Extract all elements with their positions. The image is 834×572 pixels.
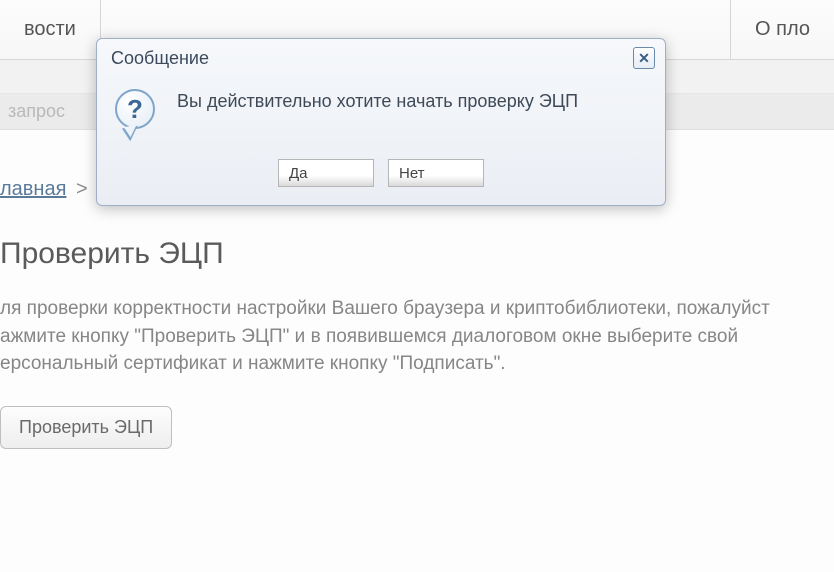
dialog-header: Сообщение ✕: [97, 39, 665, 75]
verify-ecp-button[interactable]: Проверить ЭЦП: [0, 406, 172, 449]
nav-tab-left[interactable]: вости: [0, 0, 101, 59]
dialog-message: Вы действительно хотите начать проверку …: [177, 85, 578, 112]
question-bubble: ?: [115, 89, 155, 129]
nav-tab-right[interactable]: О пло: [730, 0, 834, 59]
dialog-body: ? Вы действительно хотите начать проверк…: [97, 75, 665, 147]
bubble-tail-icon: [122, 126, 140, 143]
page-description: ля проверки корректности настройки Вашег…: [0, 295, 820, 378]
yes-button[interactable]: Да: [278, 159, 374, 187]
search-placeholder-fragment: запрос: [8, 101, 65, 122]
no-button[interactable]: Нет: [388, 159, 484, 187]
dialog-title: Сообщение: [111, 48, 209, 69]
close-icon[interactable]: ✕: [633, 47, 655, 69]
confirm-dialog: Сообщение ✕ ? Вы действительно хотите на…: [96, 38, 666, 206]
question-icon: ?: [115, 89, 159, 139]
dialog-buttons: Да Нет: [97, 147, 665, 205]
breadcrumb-sep: >: [76, 178, 88, 200]
page-title: Проверить ЭЦП: [0, 237, 834, 271]
breadcrumb-link-home[interactable]: лавная: [0, 178, 66, 200]
